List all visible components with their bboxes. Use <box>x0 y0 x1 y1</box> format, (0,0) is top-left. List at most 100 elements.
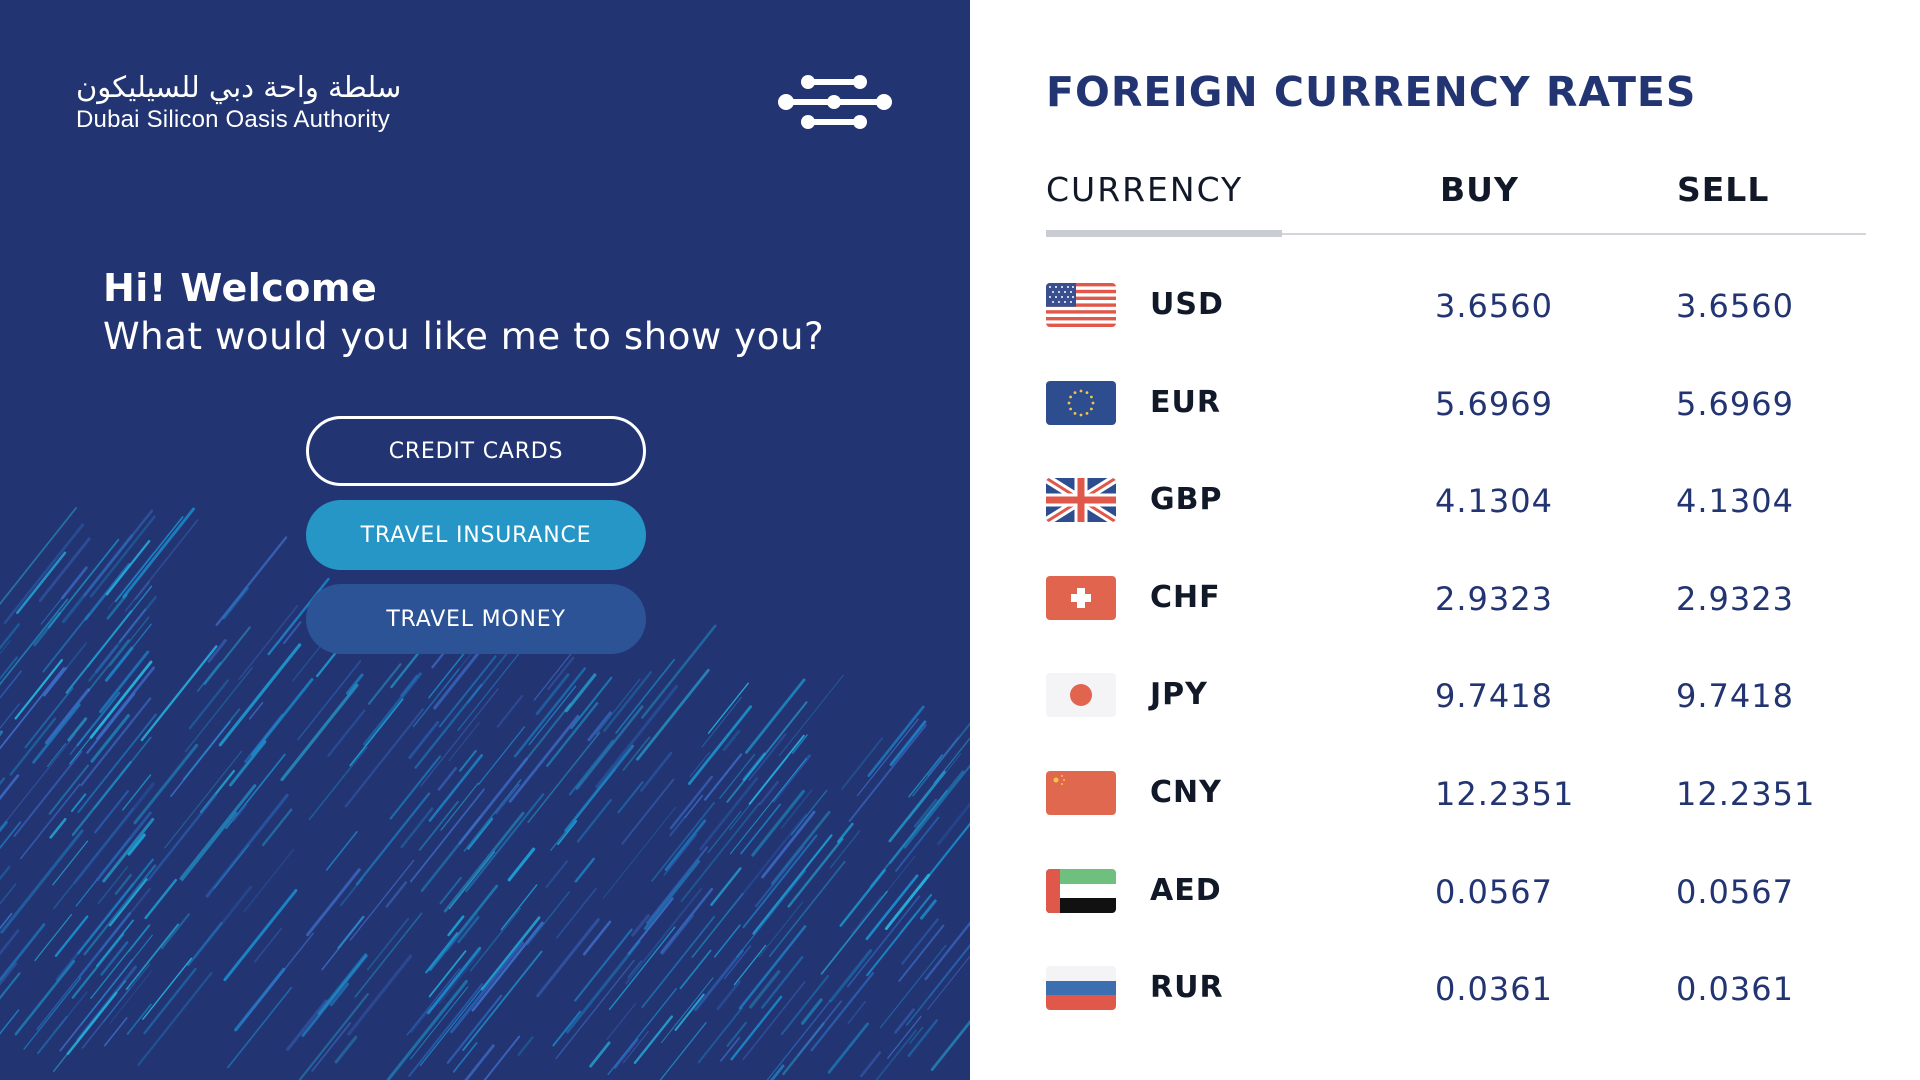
light-streak <box>0 972 21 1000</box>
light-streak <box>446 994 503 1064</box>
light-streak <box>298 993 369 1080</box>
dsoa-circuit-logo-icon <box>778 75 892 129</box>
light-streak <box>64 642 87 670</box>
light-streak <box>730 995 783 1061</box>
light-streak <box>836 822 854 844</box>
sell-rate: 0.0567 <box>1676 873 1794 911</box>
light-streak <box>606 1003 636 1041</box>
light-streak <box>478 726 526 785</box>
light-streak <box>115 623 152 669</box>
light-streak <box>752 834 833 935</box>
light-streak <box>238 604 299 680</box>
light-streak <box>0 507 77 606</box>
light-streak <box>733 944 767 986</box>
light-streak <box>500 884 538 931</box>
currency-code: USD <box>1150 287 1224 322</box>
light-streak <box>636 668 710 761</box>
buy-rate: 3.6560 <box>1435 287 1553 325</box>
light-streak <box>218 643 302 747</box>
light-streak <box>142 957 193 1020</box>
rate-row-aed: AED 0.0567 0.0567 <box>1046 861 1866 921</box>
rates-panel: FOREIGN CURRENCY RATES CURRENCY BUY SELL… <box>970 0 1920 1080</box>
uae-flag-icon <box>1046 869 1116 913</box>
light-streak <box>867 705 925 778</box>
sell-column-header: SELL <box>1677 170 1770 209</box>
us-flag-icon <box>1046 283 1116 327</box>
light-streak <box>927 943 970 999</box>
rate-row-cny: CNY 12.2351 12.2351 <box>1046 763 1866 823</box>
light-streak <box>408 721 440 759</box>
light-streak <box>790 789 828 836</box>
light-streak <box>829 949 873 1003</box>
buy-rate: 0.0567 <box>1435 873 1553 911</box>
rate-row-gbp: GBP 4.1304 4.1304 <box>1046 470 1866 530</box>
light-streak <box>242 932 314 1023</box>
light-streak <box>827 1022 869 1074</box>
travel-insurance-button[interactable]: TRAVEL INSURANCE <box>306 500 646 570</box>
light-streak <box>77 858 154 955</box>
light-streak <box>0 598 69 686</box>
light-streak <box>901 918 939 965</box>
sell-rate: 9.7418 <box>1676 677 1794 715</box>
light-streak <box>545 860 568 888</box>
travel-money-button[interactable]: TRAVEL MONEY <box>306 584 646 654</box>
light-streak <box>193 885 253 959</box>
uk-flag-icon <box>1046 478 1116 522</box>
light-streak <box>912 722 970 797</box>
buy-rate: 2.9323 <box>1435 580 1553 618</box>
light-streak <box>495 783 520 815</box>
light-streak <box>471 921 544 1012</box>
light-streak <box>102 817 155 883</box>
light-streak <box>0 865 11 881</box>
light-streak <box>179 784 257 880</box>
light-streak <box>930 1019 970 1071</box>
light-streak <box>622 1030 649 1064</box>
light-streak <box>633 1015 673 1065</box>
logo-english-text: Dubai Silicon Oasis Authority <box>76 106 390 133</box>
light-streak <box>603 671 652 732</box>
currency-code: RUR <box>1150 970 1224 1005</box>
dsoa-logo: سلطة واحة دبي للسيليكون Dubai Silicon Oa… <box>76 70 401 136</box>
rates-title: FOREIGN CURRENCY RATES <box>1046 68 1697 116</box>
light-streak <box>726 701 808 803</box>
light-streak <box>513 667 587 758</box>
credit-cards-button[interactable]: CREDIT CARDS <box>306 416 646 486</box>
light-streak <box>428 884 499 972</box>
light-streak <box>164 750 243 849</box>
light-streak <box>526 891 570 946</box>
light-streak <box>426 946 482 1015</box>
light-streak <box>674 993 705 1031</box>
light-streak <box>732 813 807 907</box>
light-streak <box>66 991 118 1055</box>
currency-code: EUR <box>1150 385 1221 420</box>
light-streak <box>641 624 717 719</box>
light-streak <box>205 793 289 898</box>
light-streak <box>595 684 679 789</box>
light-streak <box>841 737 884 790</box>
light-streak <box>222 586 249 620</box>
light-streak <box>42 613 90 673</box>
light-streak <box>355 792 431 886</box>
currency-header-underline <box>1046 230 1282 237</box>
light-streak <box>879 944 947 1029</box>
light-streak <box>568 739 614 796</box>
light-streak <box>125 923 180 991</box>
light-streak <box>311 1022 352 1072</box>
light-streak <box>412 668 460 728</box>
light-streak <box>261 808 293 847</box>
light-streak <box>866 893 933 977</box>
light-streak <box>184 667 253 752</box>
light-streak <box>640 751 673 792</box>
light-streak <box>772 754 811 803</box>
light-streak <box>859 1051 882 1078</box>
light-streak <box>71 933 125 999</box>
light-streak <box>83 509 154 597</box>
light-streak <box>621 778 675 845</box>
currency-code: AED <box>1150 873 1222 908</box>
rate-row-rur: RUR 0.0361 0.0361 <box>1046 958 1866 1018</box>
light-streak <box>70 793 87 813</box>
light-streak <box>508 714 580 803</box>
light-streak <box>884 873 931 931</box>
light-streak <box>933 737 970 784</box>
eu-flag-icon <box>1046 381 1116 425</box>
